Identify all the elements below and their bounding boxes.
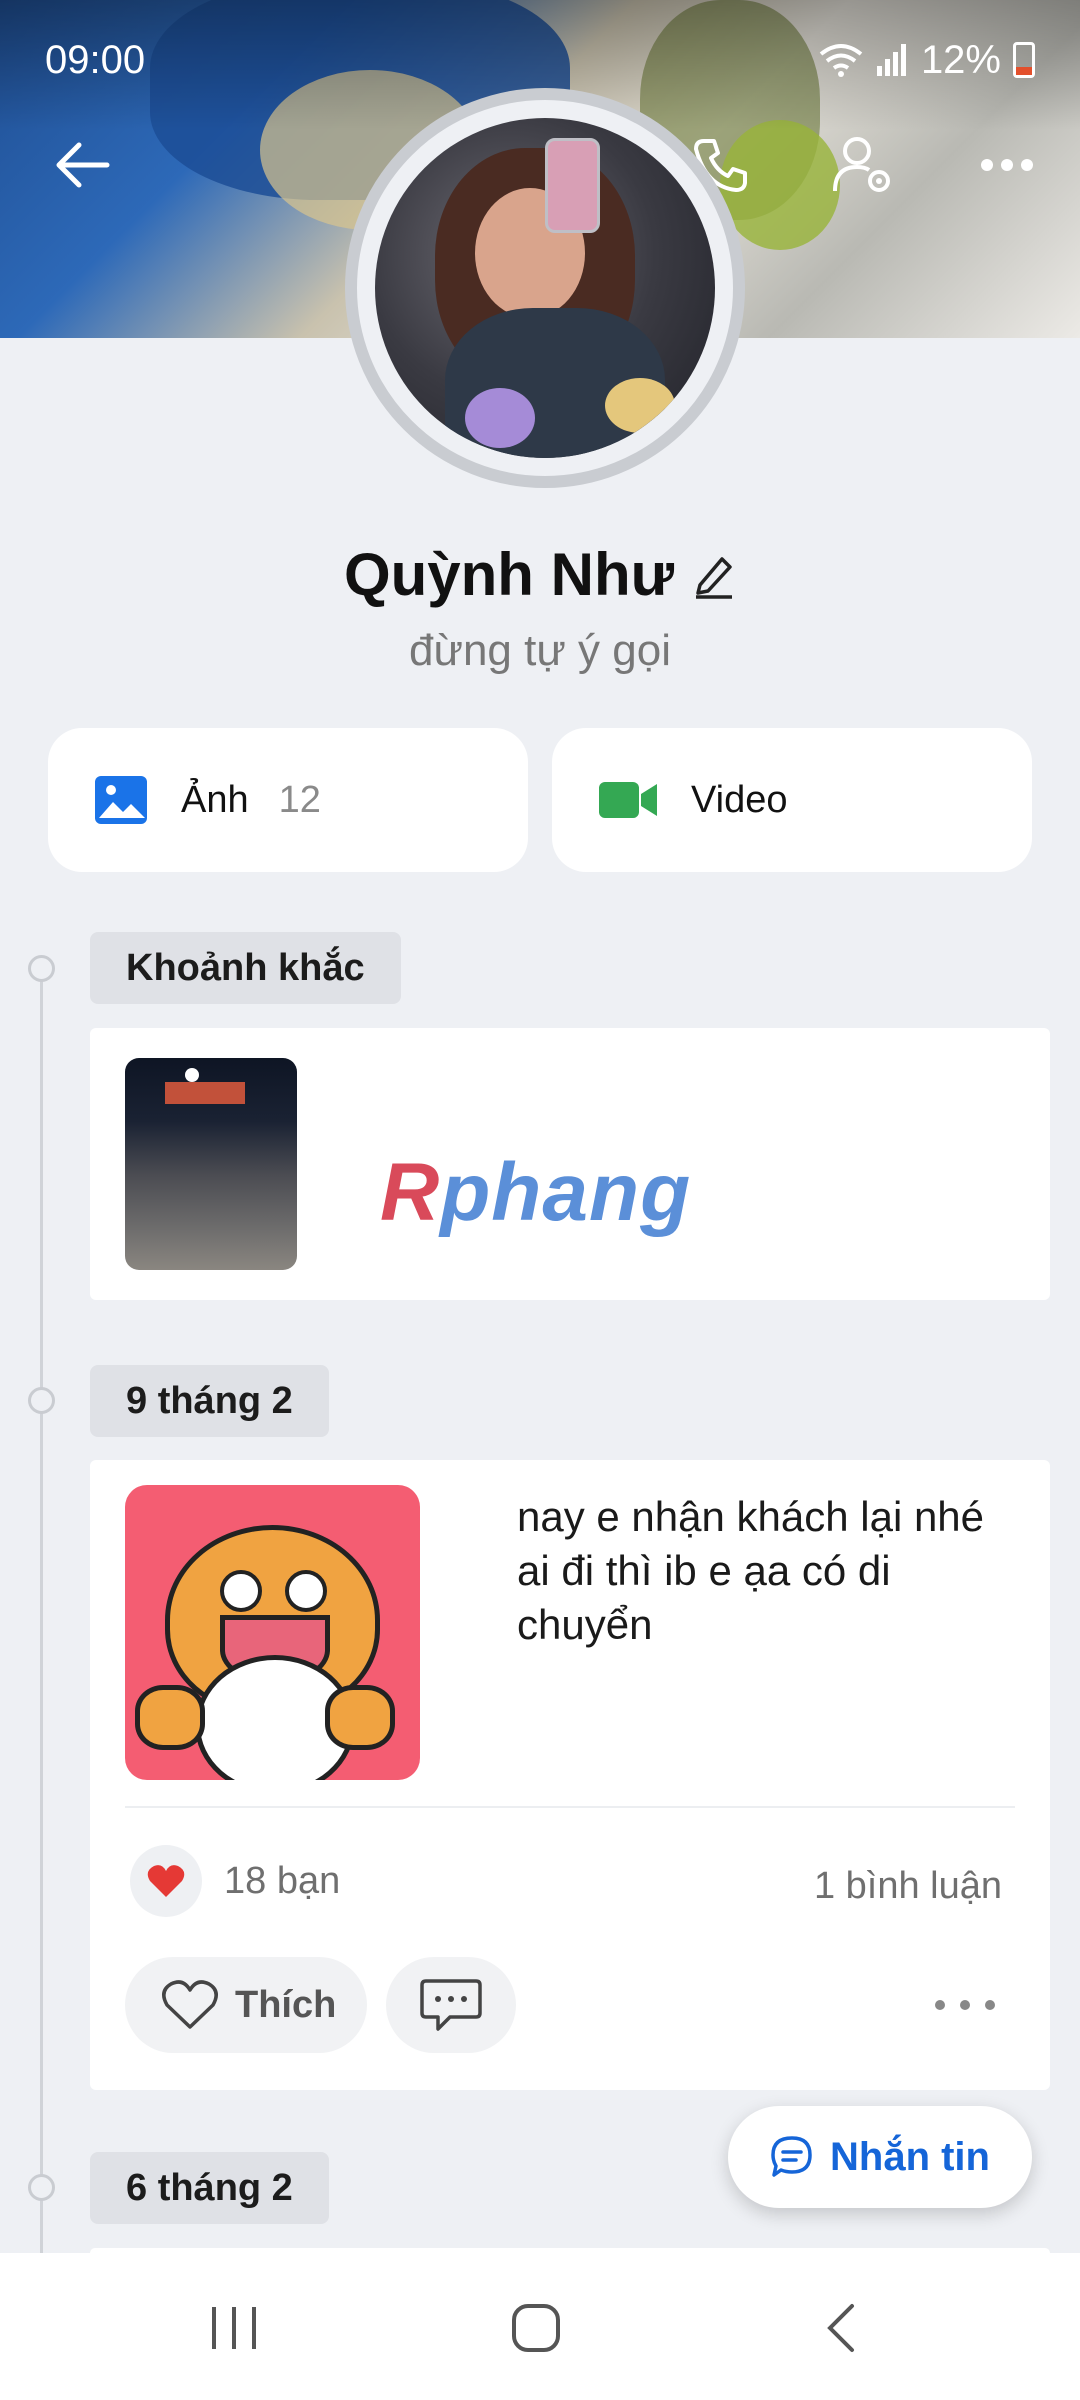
recent-apps-icon	[212, 2307, 256, 2349]
timeline-dot	[28, 955, 55, 982]
image-icon	[95, 776, 147, 824]
date-header: 9 tháng 2	[90, 1365, 329, 1437]
like-label: Thích	[235, 1983, 337, 2026]
status-time: 09:00	[45, 37, 146, 82]
avatar-ring[interactable]	[345, 88, 745, 488]
system-nav-bar	[0, 2253, 1080, 2400]
photos-label: Ảnh	[181, 778, 249, 821]
heart-reaction-icon	[130, 1845, 202, 1917]
reaction-count: 18 bạn	[224, 1859, 341, 1902]
message-button[interactable]: Nhắn tin	[728, 2106, 1032, 2208]
photos-count: 12	[278, 778, 321, 821]
reaction-summary[interactable]: 18 bạn	[130, 1845, 340, 1917]
video-camera-icon	[599, 782, 657, 818]
arrow-left-icon	[56, 142, 110, 188]
videos-button[interactable]: Video	[552, 728, 1032, 872]
moment-thumbnail[interactable]	[125, 1058, 297, 1270]
moments-card: Rphang	[90, 1028, 1050, 1300]
timeline-line	[40, 968, 43, 2268]
timeline-dot	[28, 1387, 55, 1414]
moments-header: Khoảnh khắc	[90, 932, 401, 1004]
timeline-dot	[28, 2174, 55, 2201]
profile-name: Quỳnh Như	[343, 541, 675, 608]
user-settings-icon	[833, 137, 890, 192]
more-horizontal-icon	[981, 159, 1033, 171]
profile-name-row: Quỳnh Như	[0, 540, 1080, 609]
home-button[interactable]	[496, 2293, 576, 2363]
system-back-button[interactable]	[800, 2293, 880, 2363]
comment-count[interactable]: 1 bình luận	[814, 1865, 1002, 1908]
profile-bio: đừng tự ý gọi	[409, 626, 671, 675]
wifi-icon	[819, 44, 863, 77]
photos-button[interactable]: Ảnh 12	[48, 728, 528, 872]
more-options-button[interactable]	[972, 130, 1042, 200]
home-icon	[512, 2304, 560, 2352]
message-button-label: Nhắn tin	[830, 2134, 990, 2179]
battery-percent: 12%	[920, 37, 1001, 82]
avatar[interactable]	[375, 118, 715, 458]
pencil-icon[interactable]	[692, 551, 736, 599]
post-image[interactable]	[125, 1485, 420, 1780]
profile-settings-button[interactable]	[828, 130, 898, 200]
comment-icon	[420, 1979, 482, 2031]
like-button[interactable]: Thích	[125, 1957, 367, 2053]
post-card: nay e nhận khách lại nhé ai đi thì ib e …	[90, 1460, 1050, 2090]
post-divider	[125, 1806, 1015, 1808]
signal-icon	[876, 44, 906, 76]
chat-bubble-icon	[771, 2136, 812, 2177]
post-more-button[interactable]	[935, 1980, 995, 2030]
battery-icon	[1013, 42, 1035, 78]
moment-watermark: Rphang	[380, 1147, 692, 1238]
videos-label: Video	[691, 778, 788, 821]
date-header: 6 tháng 2	[90, 2152, 329, 2224]
recent-apps-button[interactable]	[194, 2293, 274, 2363]
heart-outline-icon	[162, 1980, 218, 2029]
back-button[interactable]	[48, 130, 118, 200]
chevron-left-icon	[827, 2304, 854, 2352]
comment-button[interactable]	[386, 1957, 516, 2053]
post-text: nay e nhận khách lại nhé ai đi thì ib e …	[517, 1493, 985, 1648]
